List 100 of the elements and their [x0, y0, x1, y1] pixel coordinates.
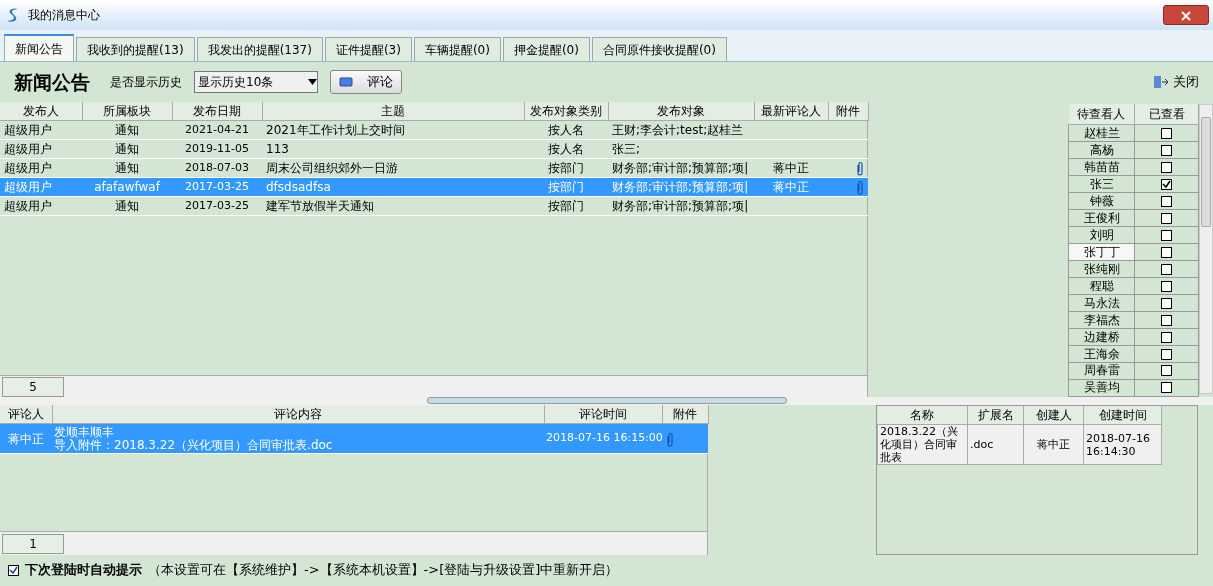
table-cell[interactable]: 吴善均 [1068, 379, 1135, 397]
table-cell: 周末公司组织郊外一日游 [262, 158, 524, 178]
column-header[interactable]: 名称 [877, 406, 968, 425]
table-cell: 王财;李会计;test;赵桂兰 [608, 120, 754, 140]
checkbox[interactable] [1161, 331, 1172, 343]
table-cell: 蒋中正 [754, 158, 828, 178]
table-cell[interactable]: 刘明 [1068, 226, 1135, 244]
table-cell: 2018-07-16 16:15:00 [544, 423, 662, 454]
close-page-button[interactable]: 关闭 [1153, 72, 1199, 92]
table-cell[interactable]: 周春雷 [1068, 362, 1135, 380]
table-cell: 按部门 [524, 158, 608, 178]
tab[interactable]: 合同原件接收提醒(0) [591, 37, 727, 61]
table-cell[interactable]: 张纯刚 [1068, 260, 1135, 278]
checkbox[interactable] [1161, 212, 1172, 224]
checkbox[interactable] [8, 564, 19, 576]
history-dropdown[interactable]: 显示历史10条 [194, 71, 318, 93]
tab[interactable]: 我收到的提醒(13) [76, 37, 195, 61]
table-cell[interactable]: 韩苗苗 [1068, 158, 1135, 176]
paperclip-icon [856, 161, 864, 176]
table-cell: 2018-07-16 16:14:30 [1083, 424, 1162, 465]
checkbox[interactable] [1161, 229, 1172, 241]
column-header[interactable]: 发布人 [0, 102, 82, 121]
checkbox[interactable] [1161, 365, 1172, 377]
column-header[interactable]: 最新评论人 [754, 102, 828, 121]
table-cell: .doc [967, 424, 1024, 465]
checkbox[interactable] [1161, 382, 1172, 394]
column-header[interactable]: 创建人 [1023, 406, 1084, 425]
column-header[interactable]: 评论时间 [544, 405, 662, 424]
table-cell: 财务部;审计部;预算部;项| [608, 196, 754, 216]
column-header[interactable]: 创建时间 [1083, 406, 1162, 425]
checkbox[interactable] [1161, 297, 1172, 309]
history-label: 是否显示历史 [110, 74, 182, 91]
column-header[interactable]: 所属板块 [82, 102, 172, 121]
rectangle-icon [339, 77, 353, 87]
table-cell[interactable]: 王海余 [1068, 345, 1135, 363]
paperclip-icon [666, 431, 674, 447]
checkbox[interactable] [1161, 246, 1172, 258]
table-cell: 超级用户 [0, 158, 82, 178]
table-cell: 按人名 [524, 139, 608, 159]
settings-note: （本设置可在【系统维护】->【系统本机设置】->[登陆与升级设置]中重新开启） [148, 561, 619, 580]
table-cell: 蒋中正 [1023, 424, 1084, 465]
checkbox[interactable] [1161, 263, 1172, 275]
table-cell[interactable]: 程聪 [1068, 277, 1135, 295]
close-button[interactable] [1163, 5, 1209, 25]
checkbox[interactable] [1161, 314, 1172, 326]
checkbox[interactable] [1161, 127, 1172, 139]
column-header[interactable]: 主题 [262, 102, 524, 121]
tab[interactable]: 证件提醒(3) [324, 37, 412, 61]
comment-text: 导入附件：2018.3.22（兴化项目）合同审批表.doc [54, 438, 334, 452]
column-header[interactable]: 评论内容 [52, 405, 544, 424]
exit-door-icon [1153, 75, 1169, 89]
checkbox[interactable] [1161, 195, 1172, 207]
auto-prompt-label: 下次登陆时自动提示 [25, 561, 142, 580]
table-cell: 通知 [82, 120, 172, 140]
paperclip-icon [856, 180, 864, 195]
table-cell: 超级用户 [0, 139, 82, 159]
table-cell[interactable]: 马永法 [1068, 294, 1135, 312]
scrollbar[interactable] [1199, 104, 1213, 394]
column-header[interactable]: 扩展名 [967, 406, 1024, 425]
window-title: 我的消息中心 [28, 7, 100, 24]
table-cell: 113 [262, 139, 524, 159]
column-header[interactable]: 发布对象 [608, 102, 754, 121]
tab[interactable]: 车辆提醒(0) [413, 37, 501, 61]
column-header[interactable]: 发布对象类别 [524, 102, 608, 121]
table-cell[interactable]: 李福杰 [1068, 311, 1135, 329]
checkbox[interactable] [1161, 178, 1172, 190]
table-cell: 2019-11-05 [172, 139, 262, 159]
caret-icon [308, 79, 317, 85]
column-header[interactable]: 待查看人 [1068, 104, 1135, 125]
column-header[interactable]: 发布日期 [172, 102, 262, 121]
page-heading: 新闻公告 [14, 69, 90, 95]
tab[interactable]: 我发出的提醒(137) [196, 37, 323, 61]
column-header[interactable]: 附件 [828, 102, 868, 121]
table-cell[interactable]: 王俊利 [1068, 209, 1135, 227]
table-cell: 建军节放假半天通知 [262, 196, 524, 216]
table-cell: 通知 [82, 139, 172, 159]
checkbox[interactable] [1161, 144, 1172, 156]
tab[interactable]: 新闻公告 [4, 34, 74, 61]
column-header[interactable]: 评论人 [0, 405, 52, 424]
tab[interactable]: 押金提醒(0) [502, 37, 590, 61]
column-header[interactable]: 附件 [662, 405, 708, 424]
table-cell[interactable]: 钟薇 [1068, 192, 1135, 210]
table-cell[interactable]: 边建桥 [1068, 328, 1135, 346]
table-cell: 2018.3.22（兴化项目）合同审批表 [877, 424, 968, 465]
table-cell: 张三; [608, 139, 754, 159]
table-cell[interactable]: 赵桂兰 [1068, 124, 1135, 142]
checkbox[interactable] [1161, 348, 1172, 360]
table-cell[interactable]: 张三 [1068, 175, 1135, 193]
table-cell[interactable]: 高杨 [1068, 141, 1135, 159]
table-cell: 超级用户 [0, 120, 82, 140]
comment-text: 发顺丰顺丰 [54, 425, 115, 439]
close-icon [1181, 10, 1191, 21]
comment-button[interactable]: 评论 [330, 70, 402, 94]
table-cell: 2021-04-21 [172, 120, 262, 140]
column-header[interactable]: 已查看 [1134, 104, 1199, 125]
record-count: 1 [2, 533, 64, 554]
table-cell: 通知 [82, 158, 172, 178]
table-cell: 超级用户 [0, 196, 82, 216]
checkbox[interactable] [1161, 280, 1172, 292]
checkbox[interactable] [1161, 161, 1172, 173]
